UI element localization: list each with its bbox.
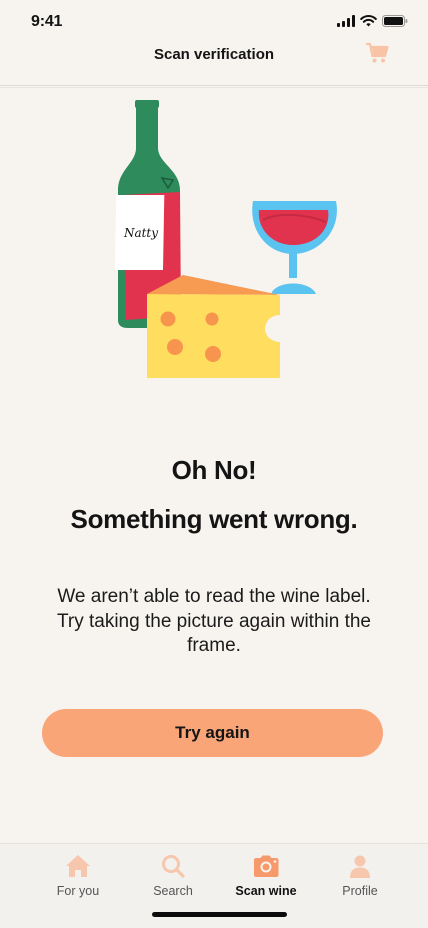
wine-glass-illustration: [252, 201, 337, 294]
home-icon: [66, 855, 90, 877]
header-divider: [0, 87, 428, 88]
wine-and-cheese-illustration: Natty: [114, 100, 337, 378]
cheese-illustration: [147, 275, 280, 378]
error-subtitle: Something went wrong.: [70, 504, 358, 534]
status-bar: 9:41: [0, 0, 428, 44]
tab-label-search: Search: [153, 884, 193, 898]
home-indicator: [152, 912, 287, 917]
try-again-button[interactable]: Try again: [42, 709, 383, 757]
search-icon: [162, 855, 185, 878]
header: Scan verification: [0, 41, 428, 86]
cart-icon[interactable]: [366, 41, 390, 65]
tab-scan-wine[interactable]: Scan wine: [221, 852, 311, 898]
camera-icon: [254, 855, 279, 877]
cellular-signal-icon: [337, 15, 355, 27]
tab-for-you[interactable]: For you: [33, 852, 123, 898]
wifi-icon: [360, 15, 377, 27]
bottle-label-text: Natty: [123, 226, 158, 240]
tab-label-profile: Profile: [342, 884, 378, 898]
status-time: 9:41: [31, 13, 63, 30]
status-icons: [337, 15, 408, 27]
tab-label-for-you: For you: [56, 884, 100, 898]
tab-label-scan-wine: Scan wine: [235, 884, 297, 898]
error-title: Oh No!: [171, 455, 257, 485]
battery-icon: [382, 15, 408, 27]
tab-profile[interactable]: Profile: [315, 852, 405, 898]
person-icon: [350, 855, 370, 878]
error-message: We aren’t able to read the wine label. T…: [56, 586, 372, 656]
page-title: Scan verification: [153, 46, 275, 63]
tab-search[interactable]: Search: [128, 852, 218, 898]
